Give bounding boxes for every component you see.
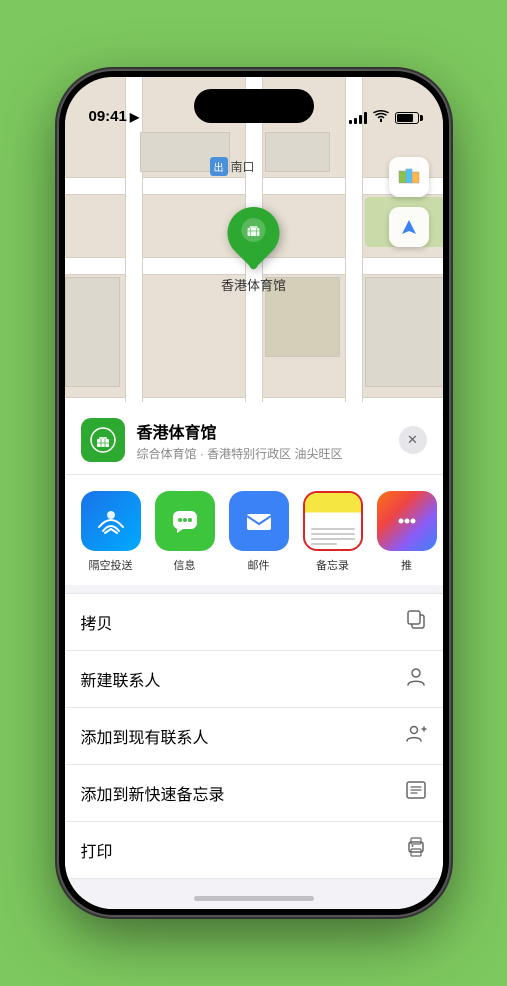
more-icon bbox=[377, 491, 437, 551]
notes-line-1 bbox=[311, 528, 355, 530]
add-existing-icon bbox=[405, 722, 427, 750]
map-label: 出 南口 bbox=[210, 157, 255, 176]
venue-info: 香港体育馆 综合体育馆 · 香港特别行政区 油尖旺区 bbox=[137, 419, 399, 462]
marker-label: 香港体育馆 bbox=[221, 275, 286, 294]
share-item-more[interactable]: 推 bbox=[377, 491, 437, 573]
phone-screen: 09:41 ▶ bbox=[65, 77, 443, 909]
copy-label: 拷贝 bbox=[81, 610, 113, 634]
phone-frame: 09:41 ▶ bbox=[59, 71, 449, 915]
location-arrow-icon: ▶ bbox=[130, 110, 139, 124]
dynamic-island bbox=[194, 89, 314, 123]
message-label: 信息 bbox=[174, 557, 196, 573]
map-block-2 bbox=[265, 132, 330, 172]
map-controls bbox=[389, 157, 429, 197]
airdrop-label: 隔空投送 bbox=[89, 557, 133, 573]
action-quick-note[interactable]: 添加到新快速备忘录 bbox=[65, 765, 443, 822]
location-button[interactable] bbox=[389, 207, 429, 247]
new-contact-icon bbox=[405, 665, 427, 693]
marker-icon bbox=[239, 216, 267, 250]
add-existing-label: 添加到现有联系人 bbox=[81, 724, 209, 748]
share-item-mail[interactable]: 邮件 bbox=[229, 491, 289, 573]
signal-bar-2 bbox=[354, 118, 357, 124]
time-label: 09:41 bbox=[89, 108, 127, 125]
battery-icon bbox=[395, 112, 419, 124]
quick-note-icon bbox=[405, 779, 427, 807]
bottom-sheet: 香港体育馆 综合体育馆 · 香港特别行政区 油尖旺区 ✕ bbox=[65, 402, 443, 909]
airdrop-icon bbox=[81, 491, 141, 551]
notes-label: 备忘录 bbox=[316, 557, 349, 573]
share-item-airdrop[interactable]: 隔空投送 bbox=[81, 491, 141, 573]
share-item-message[interactable]: 信息 bbox=[155, 491, 215, 573]
venue-subtitle: 综合体育馆 · 香港特别行政区 油尖旺区 bbox=[137, 445, 399, 462]
home-indicator bbox=[194, 896, 314, 901]
marker-pin bbox=[217, 196, 291, 270]
location-marker: 香港体育馆 bbox=[221, 207, 286, 294]
signal-bars bbox=[349, 112, 367, 124]
action-list: 拷贝 新建联系人 bbox=[65, 593, 443, 879]
mail-icon bbox=[229, 491, 289, 551]
signal-bar-4 bbox=[364, 112, 367, 124]
map-block-5 bbox=[365, 277, 443, 387]
share-row: 隔空投送 信息 bbox=[65, 475, 443, 585]
battery-fill bbox=[397, 114, 413, 122]
venue-name: 香港体育馆 bbox=[137, 419, 399, 443]
signal-bar-3 bbox=[359, 115, 362, 124]
copy-icon bbox=[405, 608, 427, 636]
share-item-notes[interactable]: 备忘录 bbox=[303, 491, 363, 573]
status-icons bbox=[349, 110, 419, 125]
notes-line-4 bbox=[311, 543, 337, 545]
map-type-button[interactable] bbox=[389, 157, 429, 197]
notes-line-2 bbox=[311, 533, 355, 535]
message-icon bbox=[155, 491, 215, 551]
action-print[interactable]: 打印 bbox=[65, 822, 443, 879]
notes-icon-inner bbox=[305, 493, 361, 549]
more-label: 推 bbox=[401, 557, 412, 573]
map-block-3 bbox=[65, 277, 120, 387]
close-button[interactable]: ✕ bbox=[399, 426, 427, 454]
map-label-tag: 出 bbox=[210, 157, 228, 176]
new-contact-label: 新建联系人 bbox=[81, 667, 161, 691]
print-icon bbox=[405, 836, 427, 864]
action-new-contact[interactable]: 新建联系人 bbox=[65, 651, 443, 708]
action-add-existing[interactable]: 添加到现有联系人 bbox=[65, 708, 443, 765]
venue-header: 香港体育馆 综合体育馆 · 香港特别行政区 油尖旺区 ✕ bbox=[65, 402, 443, 475]
action-copy[interactable]: 拷贝 bbox=[65, 593, 443, 651]
notes-line-3 bbox=[311, 538, 355, 540]
notes-icon bbox=[303, 491, 363, 551]
mail-label: 邮件 bbox=[248, 557, 270, 573]
signal-bar-1 bbox=[349, 120, 352, 124]
status-time: 09:41 ▶ bbox=[89, 108, 140, 125]
venue-icon bbox=[81, 418, 125, 462]
print-label: 打印 bbox=[81, 838, 113, 862]
quick-note-label: 添加到新快速备忘录 bbox=[81, 781, 225, 805]
wifi-icon bbox=[373, 110, 389, 125]
map-label-text: 南口 bbox=[231, 158, 255, 175]
